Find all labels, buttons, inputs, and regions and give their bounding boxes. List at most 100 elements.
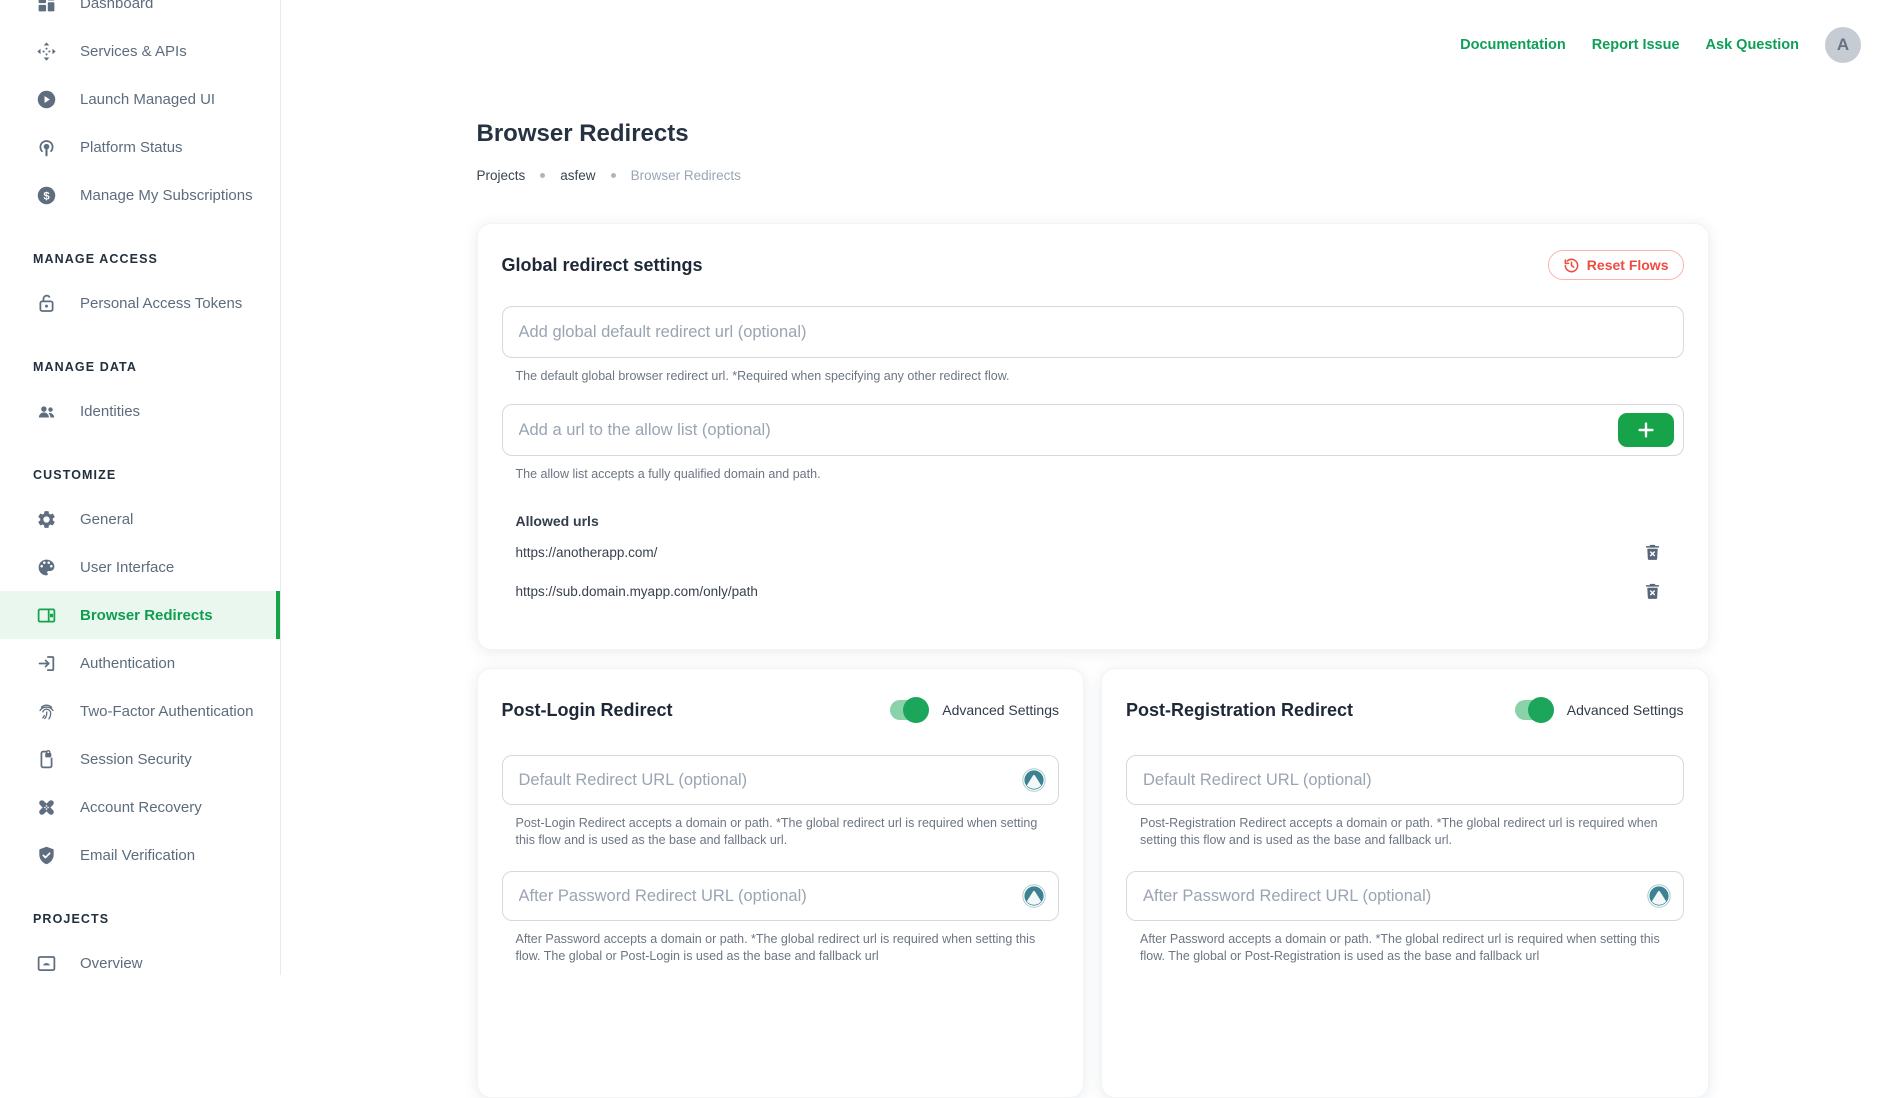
services-apis-icon xyxy=(36,41,57,62)
sidebar-item-label: Identities xyxy=(80,403,140,420)
login-icon xyxy=(36,653,57,674)
mountain-badge-icon[interactable] xyxy=(1022,884,1046,908)
sidebar-item-two-factor-authentication[interactable]: Two-Factor Authentication xyxy=(0,687,280,735)
sidebar-nav: Dashboard Services & APIs Launch Managed… xyxy=(0,0,280,975)
sidebar-section-manage-access: MANAGE ACCESS xyxy=(0,239,280,279)
dollar-circle-icon: $ xyxy=(36,185,57,206)
sidebar-section-manage-data: MANAGE DATA xyxy=(0,347,280,387)
reset-flows-button[interactable]: Reset Flows xyxy=(1548,250,1684,280)
sidebar-item-services-apis[interactable]: Services & APIs xyxy=(0,27,280,75)
sidebar-item-general[interactable]: General xyxy=(0,495,280,543)
mountain-badge-icon[interactable] xyxy=(1647,884,1671,908)
sidebar-item-label: Account Recovery xyxy=(80,799,202,816)
sidebar-item-platform-status[interactable]: Platform Status xyxy=(0,123,280,171)
page-title: Browser Redirects xyxy=(477,120,1709,148)
allowed-url-row: https://sub.domain.myapp.com/only/path xyxy=(516,576,1684,607)
reset-flows-label: Reset Flows xyxy=(1587,257,1669,273)
main-area: Documentation Report Issue Ask Question … xyxy=(281,0,1904,975)
sidebar-item-label: Overview xyxy=(80,955,143,972)
post-registration-default-help: Post-Registration Redirect accepts a dom… xyxy=(1140,815,1678,849)
global-redirect-settings-card: Global redirect settings Reset Flows The… xyxy=(477,223,1709,650)
sidebar-section-customize: CUSTOMIZE xyxy=(0,455,280,495)
breadcrumb-item-project-name[interactable]: asfew xyxy=(560,168,595,183)
post-login-advanced-settings-toggle[interactable] xyxy=(890,700,928,720)
sidebar-item-label: Two-Factor Authentication xyxy=(80,703,253,720)
documentation-link[interactable]: Documentation xyxy=(1460,37,1566,53)
breadcrumb-separator-icon xyxy=(611,173,616,178)
sidebar-item-account-recovery[interactable]: Account Recovery xyxy=(0,783,280,831)
sidebar-item-overview[interactable]: Overview xyxy=(0,939,280,975)
history-icon xyxy=(1563,257,1580,274)
sidebar-item-label: General xyxy=(80,511,133,528)
browser-window-icon xyxy=(36,605,57,626)
ask-question-link[interactable]: Ask Question xyxy=(1706,37,1799,53)
post-registration-redirect-card: Post-Registration Redirect Advanced Sett… xyxy=(1101,668,1709,1098)
lock-icon xyxy=(36,293,57,314)
avatar[interactable]: A xyxy=(1825,27,1861,63)
sidebar-item-label: Dashboard xyxy=(80,0,153,12)
breadcrumb: Projects asfew Browser Redirects xyxy=(477,168,1709,183)
global-default-redirect-input[interactable] xyxy=(502,306,1684,358)
page-content: Browser Redirects Projects asfew Browser… xyxy=(477,120,1709,1098)
delete-url-button[interactable] xyxy=(1641,580,1664,603)
app-root: Dashboard Services & APIs Launch Managed… xyxy=(0,0,1904,975)
sidebar-item-manage-my-subscriptions[interactable]: $ Manage My Subscriptions xyxy=(0,171,280,219)
allowed-url-text: https://sub.domain.myapp.com/only/path xyxy=(516,584,758,599)
post-login-default-redirect-input[interactable] xyxy=(502,755,1060,805)
sidebar-item-dashboard[interactable]: Dashboard xyxy=(0,0,280,27)
fingerprint-icon xyxy=(36,701,57,722)
trash-x-icon xyxy=(1643,582,1662,601)
sidebar-item-label: Platform Status xyxy=(80,139,183,156)
sidebar-item-browser-redirects[interactable]: Browser Redirects xyxy=(0,591,280,639)
report-issue-link[interactable]: Report Issue xyxy=(1592,37,1680,53)
allowed-urls-title: Allowed urls xyxy=(516,513,1684,529)
sidebar-item-launch-managed-ui[interactable]: Launch Managed UI xyxy=(0,75,280,123)
sidebar-item-label: Browser Redirects xyxy=(80,607,213,624)
global-card-title: Global redirect settings xyxy=(502,255,703,276)
post-login-after-password-input[interactable] xyxy=(502,871,1060,921)
photo-icon xyxy=(36,953,57,974)
status-broadcast-icon xyxy=(36,137,57,158)
sidebar: Dashboard Services & APIs Launch Managed… xyxy=(0,0,281,975)
sidebar-item-label: User Interface xyxy=(80,559,174,576)
mountain-badge-icon[interactable] xyxy=(1022,768,1046,792)
trash-x-icon xyxy=(1643,543,1662,562)
plus-icon xyxy=(1635,419,1657,441)
palette-icon xyxy=(36,557,57,578)
sidebar-section-projects: PROJECTS xyxy=(0,899,280,939)
sidebar-item-personal-access-tokens[interactable]: Personal Access Tokens xyxy=(0,279,280,327)
toggle-knob xyxy=(1528,697,1554,723)
post-login-default-help: Post-Login Redirect accepts a domain or … xyxy=(516,815,1054,849)
sidebar-item-authentication[interactable]: Authentication xyxy=(0,639,280,687)
sidebar-item-label: Launch Managed UI xyxy=(80,91,215,108)
add-allow-url-button[interactable] xyxy=(1618,413,1674,447)
flow-cards-row: Post-Login Redirect Advanced Settings Po… xyxy=(477,668,1709,1098)
sidebar-item-label: Email Verification xyxy=(80,847,195,864)
delete-url-button[interactable] xyxy=(1641,541,1664,564)
sidebar-item-label: Services & APIs xyxy=(80,43,187,60)
post-registration-advanced-settings-toggle[interactable] xyxy=(1515,700,1553,720)
dashboard-icon xyxy=(36,0,57,14)
sidebar-item-email-verification[interactable]: Email Verification xyxy=(0,831,280,879)
play-circle-icon xyxy=(36,89,57,110)
allowed-url-text: https://anotherapp.com/ xyxy=(516,545,658,560)
bandage-icon xyxy=(36,797,57,818)
post-registration-after-password-input[interactable] xyxy=(1126,871,1684,921)
allow-list-help: The allow list accepts a fully qualified… xyxy=(516,466,1684,483)
breadcrumb-item-projects[interactable]: Projects xyxy=(477,168,526,183)
sidebar-item-label: Session Security xyxy=(80,751,192,768)
sidebar-item-label: Authentication xyxy=(80,655,175,672)
sidebar-item-identities[interactable]: Identities xyxy=(0,387,280,435)
breadcrumb-item-current: Browser Redirects xyxy=(631,168,741,183)
post-login-card-title: Post-Login Redirect xyxy=(502,700,673,721)
phone-lock-icon xyxy=(36,749,57,770)
post-registration-default-redirect-input[interactable] xyxy=(1126,755,1684,805)
post-login-redirect-card: Post-Login Redirect Advanced Settings Po… xyxy=(477,668,1085,1098)
allow-list-url-input[interactable] xyxy=(502,404,1684,456)
toggle-knob xyxy=(903,697,929,723)
advanced-settings-label: Advanced Settings xyxy=(1567,702,1684,718)
sidebar-item-user-interface[interactable]: User Interface xyxy=(0,543,280,591)
sidebar-item-session-security[interactable]: Session Security xyxy=(0,735,280,783)
global-default-redirect-help: The default global browser redirect url.… xyxy=(516,368,1684,385)
sidebar-item-label: Personal Access Tokens xyxy=(80,295,242,312)
